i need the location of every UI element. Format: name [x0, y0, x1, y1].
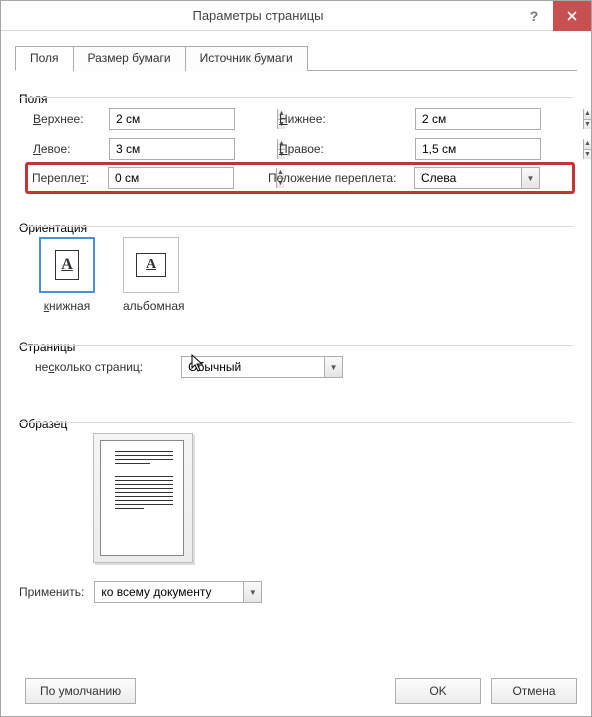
top-margin-input[interactable]: ▲▼ — [109, 108, 235, 130]
titlebar: Параметры страницы ? — [1, 1, 591, 31]
orientation-portrait[interactable]: A книжная — [39, 237, 95, 313]
right-margin-field[interactable] — [416, 139, 583, 159]
label-multiple-pages: несколько страниц: — [35, 360, 143, 374]
bottom-margin-field[interactable] — [416, 109, 583, 129]
close-icon — [567, 11, 577, 21]
page-setup-dialog: Параметры страницы ? Поля Размер бумаги … — [0, 0, 592, 717]
spin-up-icon[interactable]: ▲ — [584, 109, 591, 120]
label-gutter: Переплет: — [32, 171, 108, 185]
label-bottom: Нижнее: — [279, 112, 415, 126]
bottom-margin-input[interactable]: ▲▼ — [415, 108, 541, 130]
orientation-landscape[interactable]: A альбомная — [123, 237, 185, 313]
close-button[interactable] — [553, 1, 591, 31]
left-margin-field[interactable] — [110, 139, 277, 159]
gutter-position-value: Слева — [415, 168, 521, 188]
label-left: Левое: — [33, 142, 109, 156]
spin-up-icon[interactable]: ▲ — [584, 139, 591, 150]
dialog-title: Параметры страницы — [1, 8, 515, 23]
portrait-icon: A — [55, 250, 79, 280]
apply-to-select[interactable]: ко всему документу ▼ — [94, 581, 262, 603]
top-margin-field[interactable] — [110, 109, 277, 129]
gutter-highlight: Переплет: ▲▼ Положение переплета: Слева … — [25, 162, 575, 194]
label-gutter-position: Положение переплета: — [268, 171, 414, 185]
right-margin-input[interactable]: ▲▼ — [415, 138, 541, 160]
landscape-icon: A — [136, 253, 166, 277]
cursor-icon — [191, 354, 207, 374]
tab-strip: Поля Размер бумаги Источник бумаги — [15, 45, 577, 71]
ok-button[interactable]: OK — [395, 678, 481, 704]
gutter-field[interactable] — [109, 168, 276, 188]
label-top: Верхнее: — [33, 112, 109, 126]
chevron-down-icon[interactable]: ▼ — [521, 168, 539, 188]
label-right: Правое: — [279, 142, 415, 156]
gutter-input[interactable]: ▲▼ — [108, 167, 234, 189]
help-button[interactable]: ? — [515, 1, 553, 31]
tab-fields[interactable]: Поля — [15, 46, 74, 71]
sample-preview — [93, 433, 193, 563]
default-button[interactable]: По умолчанию — [25, 678, 136, 704]
label-apply-to: Применить: — [19, 585, 84, 599]
cancel-button[interactable]: Отмена — [491, 678, 577, 704]
apply-to-value: ко всему документу — [95, 582, 243, 602]
left-margin-input[interactable]: ▲▼ — [109, 138, 235, 160]
tab-paper-source[interactable]: Источник бумаги — [185, 46, 308, 71]
spin-down-icon[interactable]: ▼ — [584, 120, 591, 130]
label-portrait: книжная — [39, 299, 95, 313]
chevron-down-icon[interactable]: ▼ — [324, 357, 342, 377]
spin-down-icon[interactable]: ▼ — [584, 150, 591, 160]
gutter-position-select[interactable]: Слева ▼ — [414, 167, 540, 189]
chevron-down-icon[interactable]: ▼ — [243, 582, 261, 602]
label-landscape: альбомная — [123, 299, 185, 313]
tab-paper-size[interactable]: Размер бумаги — [73, 46, 186, 71]
